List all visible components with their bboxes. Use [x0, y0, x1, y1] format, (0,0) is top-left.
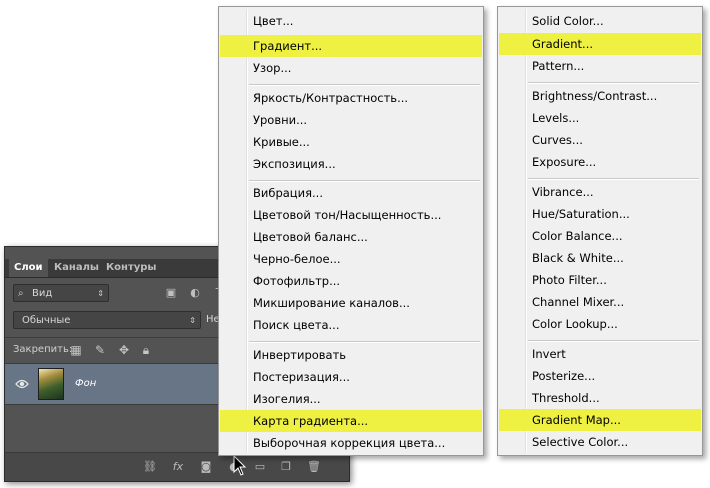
menu-item-hue-saturation[interactable]: Цветовой тон/Насыщенность... [220, 204, 482, 226]
menu-item-invert[interactable]: Инвертировать [220, 344, 482, 366]
lock-label: Закрепить: [13, 344, 73, 355]
menu-item-color-balance[interactable]: Color Balance... [499, 225, 701, 247]
menu-item-curves[interactable]: Curves... [499, 129, 701, 151]
menu-item-photo-filter[interactable]: Photo Filter... [499, 269, 701, 291]
tab-channels[interactable]: Каналы [49, 259, 104, 277]
pixel-filter-icon[interactable]: ▣ [165, 287, 177, 299]
menu-item-gradient[interactable]: Градиент... [220, 35, 482, 57]
menu-item-hue-saturation[interactable]: Hue/Saturation... [499, 203, 701, 225]
menu-item-pattern[interactable]: Узор... [220, 57, 482, 79]
menu-separator [528, 178, 699, 180]
dropdown-arrows-icon: ⇕ [189, 316, 196, 325]
fx-icon[interactable]: fx [171, 461, 185, 473]
menu-item-vibrance[interactable]: Vibrance... [499, 181, 701, 203]
link-layers-icon[interactable]: ⛓ [143, 461, 157, 473]
menu-item-levels[interactable]: Levels... [499, 107, 701, 129]
dropdown-arrows-icon: ⇕ [97, 289, 104, 298]
menu-item-brightness-contrast[interactable]: Яркость/Контрастность... [220, 87, 482, 109]
adjustment-menu-en: Solid Color... Gradient... Pattern... Br… [497, 6, 703, 456]
menu-item-posterize[interactable]: Постеризация... [220, 366, 482, 388]
menu-item-threshold[interactable]: Изогелия... [220, 388, 482, 410]
tab-layers[interactable]: Слои [9, 259, 48, 277]
menu-item-photo-filter[interactable]: Фотофильтр... [220, 270, 482, 292]
layer-name[interactable]: Фон [75, 377, 96, 391]
menu-item-gradient[interactable]: Gradient... [499, 33, 701, 55]
layers-panel-footer: ⛓ fx ◙ ◐ ▭ ❐ 🗑︎ [5, 452, 349, 481]
lock-transparency-icon[interactable]: ▦ [69, 343, 83, 357]
tab-paths[interactable]: Контуры [101, 259, 161, 277]
eye-icon[interactable] [15, 378, 29, 390]
menu-item-gradient-map[interactable]: Карта градиента... [220, 410, 482, 432]
add-mask-icon[interactable]: ◙ [199, 461, 213, 473]
menu-item-black-white[interactable]: Черно-белое... [220, 248, 482, 270]
adjustment-menu-ru: Цвет... Градиент... Узор... Яркость/Конт… [218, 6, 484, 456]
menu-item-solid-color[interactable]: Цвет... [220, 10, 482, 32]
menu-item-curves[interactable]: Кривые... [220, 131, 482, 153]
blend-mode-select[interactable]: Обычные ⇕ [13, 311, 201, 329]
menu-separator [249, 341, 480, 343]
search-icon: ⌕ [18, 288, 24, 299]
lock-all-icon[interactable]: 🔒︎ [139, 343, 153, 357]
adjustment-filter-icon[interactable]: ◐ [189, 287, 201, 299]
menu-item-pattern[interactable]: Pattern... [499, 55, 701, 77]
blend-mode-value: Обычные [22, 315, 71, 326]
menu-item-channel-mixer[interactable]: Channel Mixer... [499, 291, 701, 313]
menu-item-threshold[interactable]: Threshold... [499, 387, 701, 409]
menu-separator [528, 82, 699, 84]
menu-item-black-white[interactable]: Black & White... [499, 247, 701, 269]
menu-item-brightness-contrast[interactable]: Brightness/Contrast... [499, 85, 701, 107]
menu-item-exposure[interactable]: Exposure... [499, 151, 701, 173]
menu-item-selective-color[interactable]: Selective Color... [499, 431, 701, 453]
menu-item-color-balance[interactable]: Цветовой баланс... [220, 226, 482, 248]
lock-position-icon[interactable]: ✥ [117, 343, 131, 357]
layer-filter-label: Вид [32, 288, 53, 299]
new-group-icon[interactable]: ▭ [253, 461, 267, 473]
menu-item-channel-mixer[interactable]: Микширование каналов... [220, 292, 482, 314]
layer-thumbnail [38, 368, 64, 400]
menu-separator [249, 84, 480, 86]
menu-item-solid-color[interactable]: Solid Color... [499, 10, 701, 32]
menu-item-selective-color[interactable]: Выборочная коррекция цвета... [220, 432, 482, 454]
menu-item-exposure[interactable]: Экспозиция... [220, 153, 482, 175]
menu-item-levels[interactable]: Уровни... [220, 109, 482, 131]
delete-layer-icon[interactable]: 🗑︎ [307, 461, 321, 473]
menu-item-color-lookup[interactable]: Поиск цвета... [220, 314, 482, 336]
mouse-cursor-icon [233, 455, 247, 476]
menu-separator [528, 340, 699, 342]
menu-item-gradient-map[interactable]: Gradient Map... [499, 409, 701, 431]
menu-item-invert[interactable]: Invert [499, 343, 701, 365]
menu-item-posterize[interactable]: Posterize... [499, 365, 701, 387]
menu-item-vibrance[interactable]: Вибрация... [220, 182, 482, 204]
new-layer-icon[interactable]: ❐ [279, 461, 293, 473]
menu-item-color-lookup[interactable]: Color Lookup... [499, 313, 701, 335]
lock-brush-icon[interactable]: ✎ [93, 343, 107, 357]
layer-filter-select[interactable]: ⌕ Вид ⇕ [13, 284, 109, 302]
